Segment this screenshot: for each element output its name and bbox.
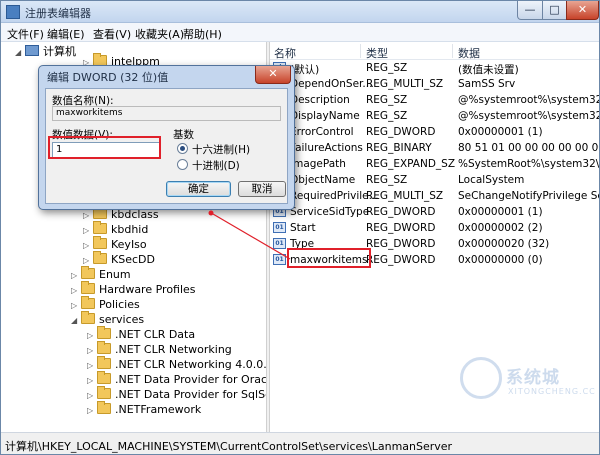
tree-item[interactable]: ▷ KSecDD bbox=[83, 251, 155, 268]
binary-value-icon: 01 bbox=[273, 254, 286, 265]
folder-icon bbox=[81, 281, 95, 294]
collapsed-arrow-icon[interactable]: ▷ bbox=[87, 376, 97, 385]
maximize-button[interactable]: □ bbox=[542, 1, 567, 20]
collapsed-arrow-icon[interactable]: ▷ bbox=[71, 286, 81, 295]
table-row[interactable]: ab DependOnSer... REG_MULTI_SZ SamSS Srv bbox=[270, 76, 599, 92]
folder-icon bbox=[97, 371, 111, 384]
regedit-app-icon bbox=[6, 5, 20, 19]
collapsed-arrow-icon[interactable]: ▷ bbox=[83, 211, 93, 220]
highlight-box-value-data bbox=[48, 136, 161, 159]
table-row[interactable]: 01 ErrorControl REG_DWORD 0x00000001 (1) bbox=[270, 124, 599, 140]
collapsed-arrow-icon[interactable]: ▷ bbox=[71, 271, 81, 280]
expand-arrow-icon[interactable]: ◢ bbox=[15, 48, 25, 57]
dialog-close-button[interactable]: ✕ bbox=[255, 66, 291, 84]
folder-icon bbox=[97, 341, 111, 354]
cancel-button[interactable]: 取消 bbox=[238, 181, 286, 197]
menu-edit[interactable]: 编辑(E) bbox=[47, 26, 85, 42]
window-title: 注册表编辑器 bbox=[25, 7, 91, 20]
menu-help[interactable]: 帮助(H) bbox=[183, 26, 222, 42]
column-separator[interactable] bbox=[360, 44, 361, 58]
folder-icon bbox=[81, 266, 95, 279]
watermark-text: 系统城 bbox=[506, 368, 560, 388]
title-bar[interactable]: 注册表编辑器 — □ ✕ bbox=[1, 1, 599, 23]
dec-radio[interactable] bbox=[177, 159, 188, 170]
table-row[interactable]: 01 FailureActions REG_BINARY 80 51 01 00… bbox=[270, 140, 599, 156]
folder-icon bbox=[97, 326, 111, 339]
hex-radio-label[interactable]: 十六进制(H) bbox=[192, 142, 250, 157]
binary-value-icon: 01 bbox=[273, 238, 286, 249]
expand-arrow-icon[interactable]: ◢ bbox=[71, 316, 81, 325]
close-button[interactable]: ✕ bbox=[566, 1, 599, 20]
table-row[interactable]: 01 Start REG_DWORD 0x00000002 (2) bbox=[270, 220, 599, 236]
folder-icon bbox=[97, 386, 111, 399]
status-bar: 计算机\HKEY_LOCAL_MACHINE\SYSTEM\CurrentCon… bbox=[1, 432, 599, 454]
table-row[interactable]: ab ImagePath REG_EXPAND_SZ %SystemRoot%\… bbox=[270, 156, 599, 172]
collapsed-arrow-icon[interactable]: ▷ bbox=[83, 226, 93, 235]
table-row[interactable]: ab (默认) REG_SZ (数值未设置) bbox=[270, 60, 599, 76]
status-path: 计算机\HKEY_LOCAL_MACHINE\SYSTEM\CurrentCon… bbox=[5, 440, 453, 453]
tree-item[interactable]: ▷.NET Data Provider for SqlServe bbox=[87, 386, 266, 403]
watermark-subtext: XITONGCHENG.CC bbox=[508, 387, 596, 396]
collapsed-arrow-icon[interactable]: ▷ bbox=[87, 361, 97, 370]
column-header-data[interactable]: 数据 bbox=[458, 45, 480, 61]
tree-item[interactable]: ▷ Hardware Profiles bbox=[71, 281, 196, 298]
hex-radio[interactable] bbox=[177, 143, 188, 154]
watermark: 系统城 XITONGCHENG.CC bbox=[460, 355, 595, 415]
tree-item[interactable]: ▷ .NET CLR Networking 4.0.0.0 bbox=[87, 356, 266, 373]
table-row[interactable]: ab DisplayName REG_SZ @%systemroot%\syst… bbox=[270, 108, 599, 124]
table-row[interactable]: ab Description REG_SZ @%systemroot%\syst… bbox=[270, 92, 599, 108]
folder-icon bbox=[97, 356, 111, 369]
tree-item[interactable]: ▷ .NETFramework bbox=[87, 401, 201, 418]
computer-icon bbox=[25, 45, 39, 56]
tree-item-services[interactable]: ◢ services bbox=[71, 311, 144, 328]
tree-item-computer[interactable]: ◢ 计算机 bbox=[15, 43, 76, 58]
collapsed-arrow-icon[interactable]: ▷ bbox=[87, 406, 97, 415]
collapsed-arrow-icon[interactable]: ▷ bbox=[83, 256, 93, 265]
menu-view[interactable]: 查看(V) bbox=[93, 26, 131, 42]
table-row[interactable]: 01 ServiceSidType REG_DWORD 0x00000001 (… bbox=[270, 204, 599, 220]
folder-icon bbox=[81, 311, 95, 324]
folder-icon bbox=[97, 401, 111, 414]
tree-item[interactable]: ▷ .NET CLR Networking bbox=[87, 341, 232, 358]
column-header-type[interactable]: 类型 bbox=[366, 45, 388, 61]
watermark-logo-icon bbox=[460, 357, 502, 399]
dec-radio-label[interactable]: 十进制(D) bbox=[192, 158, 240, 173]
collapsed-arrow-icon[interactable]: ▷ bbox=[87, 331, 97, 340]
collapsed-arrow-icon[interactable]: ▷ bbox=[87, 346, 97, 355]
folder-icon bbox=[81, 296, 95, 309]
binary-value-icon: 01 bbox=[273, 222, 286, 233]
value-name-field: maxworkitems bbox=[52, 106, 281, 121]
collapsed-arrow-icon[interactable]: ▷ bbox=[71, 301, 81, 310]
dialog-title: 编辑 DWORD (32 位)值 bbox=[47, 71, 169, 84]
menu-bar: 文件(F) 编辑(E) 查看(V) 收藏夹(A) 帮助(H) bbox=[1, 23, 599, 42]
minimize-button[interactable]: — bbox=[517, 1, 543, 20]
ok-button[interactable]: 确定 bbox=[166, 181, 231, 197]
folder-icon bbox=[93, 221, 107, 234]
tree-item[interactable]: ▷ .NET Data Provider for Oracle bbox=[87, 371, 266, 388]
folder-icon bbox=[93, 251, 107, 264]
menu-file[interactable]: 文件(F) bbox=[7, 26, 44, 42]
folder-icon bbox=[93, 236, 107, 249]
column-separator[interactable] bbox=[452, 44, 453, 58]
tree-item[interactable]: ▷ Enum bbox=[71, 266, 131, 283]
highlight-box-new-value bbox=[287, 248, 371, 268]
table-row[interactable]: ab RequiredPrivile... REG_MULTI_SZ SeCha… bbox=[270, 188, 599, 204]
base-group-label: 基数 bbox=[173, 129, 194, 141]
collapsed-arrow-icon[interactable]: ▷ bbox=[87, 391, 97, 400]
table-row[interactable]: ab ObjectName REG_SZ LocalSystem bbox=[270, 172, 599, 188]
collapsed-arrow-icon[interactable]: ▷ bbox=[83, 241, 93, 250]
menu-favorites[interactable]: 收藏夹(A) bbox=[135, 26, 184, 42]
list-header: 名称 类型 数据 bbox=[270, 42, 599, 60]
column-header-name[interactable]: 名称 bbox=[274, 45, 296, 61]
